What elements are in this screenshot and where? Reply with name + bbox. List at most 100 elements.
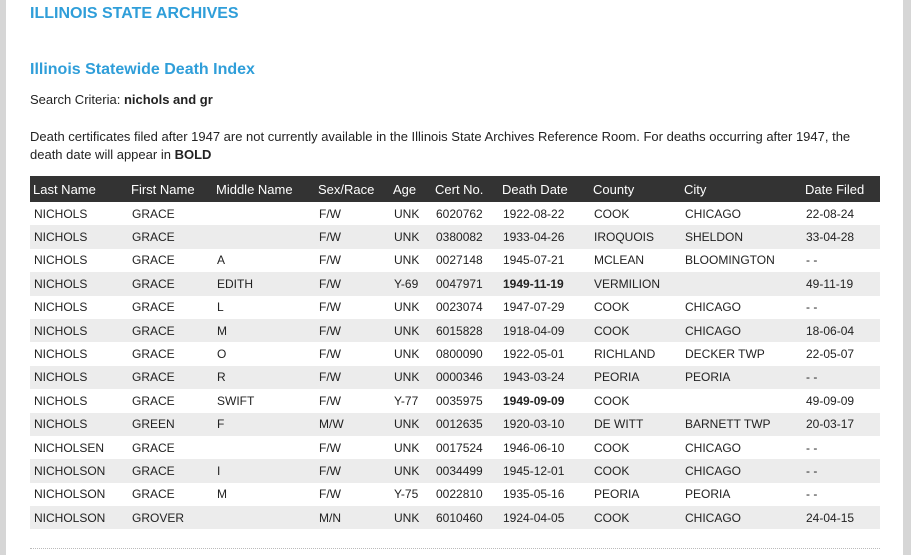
county-cell: COOK	[590, 459, 681, 483]
cert-no-cell: 6015828	[432, 318, 499, 343]
cert-no-cell: 0380082	[432, 225, 499, 249]
table-row[interactable]: NICHOLS GRACE F/W UNK 6020762 1922-08-22 COOK C…	[30, 202, 880, 226]
column-header-sex-race[interactable]: Sex/Race	[315, 176, 390, 202]
table-row[interactable]: NICHOLS GRACE L F/W UNK 0023074 1947-07-29 COOK…	[30, 295, 880, 319]
middle-name-cell: I	[213, 459, 315, 483]
last-name-cell: NICHOLS	[30, 225, 128, 249]
cert-no-cell: 6010460	[432, 506, 499, 530]
table-row[interactable]: NICHOLSEN GRACE F/W UNK 0017524 1946-06-10 COO…	[30, 435, 880, 460]
date-filed-cell: 22-05-07	[802, 342, 880, 366]
sex-race-cell: M/N	[315, 506, 390, 530]
last-name-cell: NICHOLS	[30, 248, 128, 273]
death-date-cell: 1949-11-19	[499, 272, 590, 296]
table-row[interactable]: NICHOLS GRACE O F/W UNK 0800090 1922-05-01 RICH…	[30, 342, 880, 366]
last-name-cell: NICHOLS	[30, 389, 128, 413]
cert-no-cell: 6020762	[432, 202, 499, 226]
middle-name-cell	[213, 202, 315, 226]
column-header-death-date[interactable]: Death Date	[499, 176, 590, 202]
county-cell: RICHLAND	[590, 342, 681, 366]
column-header-age[interactable]: Age	[390, 176, 432, 202]
age-cell: UNK	[390, 459, 432, 483]
sex-race-cell: F/W	[315, 295, 390, 319]
death-date-cell: 1946-06-10	[499, 435, 590, 460]
first-name-cell: GRACE	[128, 202, 213, 226]
table-row[interactable]: NICHOLS GRACE SWIFT F/W Y-77 0035975 1949-09-0…	[30, 389, 880, 413]
cert-no-cell: 0800090	[432, 342, 499, 366]
city-cell: CHICAGO	[681, 295, 802, 319]
city-cell	[681, 272, 802, 296]
table-row[interactable]: NICHOLS GRACE M F/W UNK 6015828 1918-04-09 COOK…	[30, 318, 880, 343]
cert-no-cell: 0000346	[432, 365, 499, 390]
last-name-cell: NICHOLS	[30, 318, 128, 343]
age-cell: Y-77	[390, 389, 432, 413]
date-filed-cell: 22-08-24	[802, 202, 880, 226]
date-filed-cell: 33-04-28	[802, 225, 880, 249]
city-cell: BARNETT TWP	[681, 412, 802, 436]
death-date-cell: 1949-09-09	[499, 389, 590, 413]
section-title: Illinois Statewide Death Index	[30, 61, 255, 78]
table-row[interactable]: NICHOLS GREEN F M/W UNK 0012635 1920-03-10 DE W…	[30, 412, 880, 436]
page: ILLINOIS STATE ARCHIVES Illinois Statewi…	[6, 0, 903, 555]
date-filed-cell: - -	[802, 365, 880, 390]
age-cell: UNK	[390, 365, 432, 390]
cert-no-cell: 0027148	[432, 248, 499, 273]
county-cell: DE WITT	[590, 412, 681, 436]
first-name-cell: GROVER	[128, 506, 213, 530]
table-row[interactable]: NICHOLSON GRACE I F/W UNK 0034499 1945-12-01 CO…	[30, 459, 880, 483]
last-name-cell: NICHOLSON	[30, 506, 128, 530]
table-row[interactable]: NICHOLS GRACE A F/W UNK 0027148 1945-07-21 MCLE…	[30, 248, 880, 273]
death-date-cell: 1945-07-21	[499, 248, 590, 273]
first-name-cell: GRACE	[128, 272, 213, 296]
last-name-cell: NICHOLSON	[30, 459, 128, 483]
last-name-cell: NICHOLSEN	[30, 435, 128, 460]
county-cell: COOK	[590, 389, 681, 413]
first-name-cell: GRACE	[128, 365, 213, 390]
column-header-date-filed[interactable]: Date Filed	[802, 176, 880, 202]
site-title[interactable]: ILLINOIS STATE ARCHIVES	[30, 5, 239, 23]
middle-name-cell: L	[213, 295, 315, 319]
column-header-middle-name[interactable]: Middle Name	[213, 176, 315, 202]
column-header-first-name[interactable]: First Name	[128, 176, 213, 202]
sex-race-cell: F/W	[315, 225, 390, 249]
table-row[interactable]: NICHOLS GRACE EDITH F/W Y-69 0047971 1949-11-1…	[30, 272, 880, 296]
results-body: NICHOLS GRACE F/W UNK 6020762 1922-08-22 COOK C…	[30, 202, 880, 530]
city-cell: PEORIA	[681, 482, 802, 507]
death-date-cell: 1933-04-26	[499, 225, 590, 249]
middle-name-cell	[213, 225, 315, 249]
table-row[interactable]: NICHOLSON GRACE M F/W Y-75 0022810 1935-05-16 P…	[30, 482, 880, 507]
column-header-last-name[interactable]: Last Name	[30, 176, 128, 202]
city-cell: DECKER TWP	[681, 342, 802, 366]
table-row[interactable]: NICHOLS GRACE F/W UNK 0380082 1933-04-26 IROQU…	[30, 225, 880, 249]
notice-bold-word: BOLD	[174, 147, 212, 162]
sex-race-cell: M/W	[315, 412, 390, 436]
date-filed-cell: - -	[802, 295, 880, 319]
age-cell: UNK	[390, 435, 432, 460]
death-date-cell: 1947-07-29	[499, 295, 590, 319]
age-cell: Y-69	[390, 272, 432, 296]
city-cell: CHICAGO	[681, 202, 802, 226]
city-cell: CHICAGO	[681, 506, 802, 530]
first-name-cell: GRACE	[128, 459, 213, 483]
footer-divider	[30, 548, 880, 549]
results-table: Last Name First Name Middle Name Sex/Rac…	[30, 176, 880, 530]
first-name-cell: GRACE	[128, 342, 213, 366]
last-name-cell: NICHOLS	[30, 295, 128, 319]
cert-no-cell: 0012635	[432, 412, 499, 436]
death-date-cell: 1943-03-24	[499, 365, 590, 390]
column-header-city[interactable]: City	[681, 176, 802, 202]
age-cell: UNK	[390, 412, 432, 436]
notice-body: Death certificates filed after 1947 are …	[30, 129, 851, 162]
city-cell: CHICAGO	[681, 435, 802, 460]
county-cell: COOK	[590, 295, 681, 319]
sex-race-cell: F/W	[315, 318, 390, 343]
column-header-county[interactable]: County	[590, 176, 681, 202]
sex-race-cell: F/W	[315, 248, 390, 273]
table-row[interactable]: NICHOLS GRACE R F/W UNK 0000346 1943-03-24 PEOR…	[30, 365, 880, 390]
first-name-cell: GRACE	[128, 318, 213, 343]
cert-no-cell: 0022810	[432, 482, 499, 507]
sex-race-cell: F/W	[315, 435, 390, 460]
county-cell: COOK	[590, 318, 681, 343]
column-header-cert-no[interactable]: Cert No.	[432, 176, 499, 202]
table-row[interactable]: NICHOLSON GROVER M/N UNK 6010460 1924-04-05 CO…	[30, 506, 880, 530]
age-cell: UNK	[390, 506, 432, 530]
